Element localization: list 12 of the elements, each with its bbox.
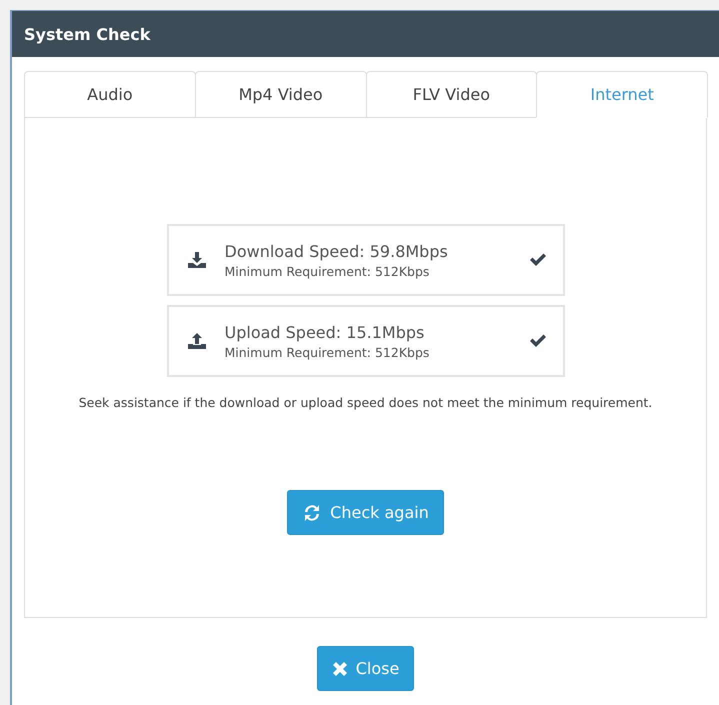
note-text: Seek assistance if the download or upload speed does not meet the minimum requirement.	[78, 395, 652, 410]
tab[interactable]: FLV Video	[366, 71, 538, 118]
requirement-text: Minimum Requirement: 512Kbps	[224, 264, 430, 278]
tab[interactable]: Mp4 Video	[194, 71, 366, 118]
speed-reading: Download Speed: 59.8Mbps	[224, 242, 449, 260]
requirement-text: Minimum Requirement: 512Kbps	[224, 344, 430, 360]
speed-reading: Upload Speed: 15.1Mbps	[224, 322, 426, 342]
download-icon	[186, 251, 206, 269]
tab[interactable]: Audio	[24, 71, 196, 118]
window-title: System Check	[24, 24, 150, 44]
close-icon	[332, 660, 348, 676]
upload-icon	[186, 332, 206, 350]
